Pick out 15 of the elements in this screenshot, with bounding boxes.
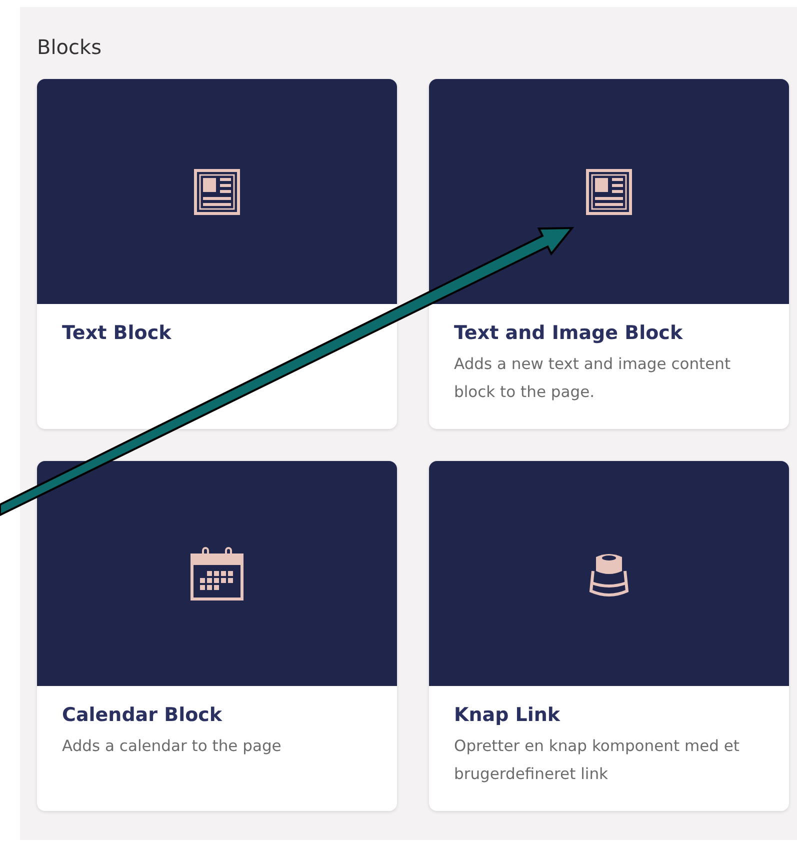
panel-title: Blocks	[37, 35, 103, 59]
block-title: Text and Image Block	[454, 322, 684, 344]
block-description: Opretter en knap komponent med et brugerdefineret link	[454, 736, 740, 785]
block-title: Calendar Block	[62, 704, 224, 726]
block-description: Adds a calendar to the page	[62, 736, 282, 757]
block-title: Text Block	[62, 322, 172, 344]
calendar-icon	[188, 544, 246, 602]
article-icon	[194, 168, 240, 214]
block-card[interactable]: Knap Link Opretter en knap komponent med et brugerdefineret link	[429, 461, 789, 811]
block-description: Adds a new text and image content block to the page.	[454, 354, 732, 403]
block-card[interactable]: Text Block	[37, 79, 397, 429]
block-title: Knap Link	[454, 704, 562, 726]
block-card[interactable]: Calendar Block Adds a calendar to the page	[37, 461, 397, 811]
article-icon	[586, 168, 632, 214]
block-card[interactable]: Text and Image Block Adds a new text and image content block to the page.	[429, 79, 789, 429]
